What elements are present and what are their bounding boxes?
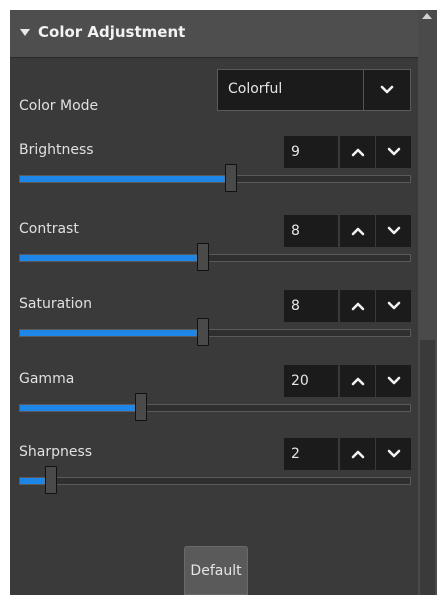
saturation-increment-button[interactable]	[340, 290, 375, 322]
brightness-value-field[interactable]: 9	[284, 136, 338, 168]
gamma-row: Gamma 20	[10, 365, 418, 435]
chevron-up-icon	[351, 227, 364, 236]
section-header[interactable]: Color Adjustment	[10, 10, 418, 58]
sharpness-value: 2	[291, 446, 300, 462]
color-mode-select[interactable]: Colorful	[217, 69, 411, 111]
section-title: Color Adjustment	[38, 23, 186, 41]
brightness-slider-handle[interactable]	[225, 164, 237, 192]
scrollbar-thumb[interactable]	[420, 340, 435, 595]
sharpness-decrement-button[interactable]	[376, 438, 411, 470]
gamma-increment-button[interactable]	[340, 365, 375, 397]
chevron-down-icon	[387, 376, 400, 385]
scrollbar[interactable]	[418, 10, 437, 595]
contrast-slider-fill	[20, 255, 203, 261]
saturation-slider[interactable]	[19, 318, 411, 346]
gamma-slider[interactable]	[19, 393, 411, 421]
brightness-label: Brightness	[19, 142, 94, 158]
chevron-up-icon	[351, 450, 364, 459]
contrast-decrement-button[interactable]	[376, 215, 411, 247]
triangle-down-icon	[20, 29, 30, 36]
sharpness-value-field[interactable]: 2	[284, 438, 338, 470]
brightness-value: 9	[291, 144, 300, 160]
chevron-up-icon	[351, 302, 364, 311]
saturation-value: 8	[291, 298, 300, 314]
brightness-row: Brightness 9	[10, 136, 418, 206]
color-mode-value: Colorful	[228, 81, 283, 97]
scroll-up-arrow-icon[interactable]	[422, 13, 432, 19]
contrast-slider-handle[interactable]	[197, 243, 209, 271]
sharpness-slider-handle[interactable]	[45, 466, 57, 494]
chevron-up-icon	[351, 148, 364, 157]
saturation-slider-fill	[20, 330, 203, 336]
gamma-slider-fill	[20, 405, 141, 411]
default-button[interactable]: Default	[184, 546, 248, 595]
gamma-value-field[interactable]: 20	[284, 365, 338, 397]
saturation-row: Saturation 8	[10, 290, 418, 360]
sharpness-label: Sharpness	[19, 444, 93, 460]
chevron-down-icon	[380, 85, 394, 94]
color-adjustment-panel: Color Adjustment Color Mode Colorful Bri…	[10, 10, 418, 595]
contrast-increment-button[interactable]	[340, 215, 375, 247]
contrast-slider[interactable]	[19, 243, 411, 271]
contrast-value-field[interactable]: 8	[284, 215, 338, 247]
sharpness-slider[interactable]	[19, 466, 411, 494]
brightness-slider[interactable]	[19, 164, 411, 192]
contrast-value: 8	[291, 223, 300, 239]
saturation-value-field[interactable]: 8	[284, 290, 338, 322]
saturation-decrement-button[interactable]	[376, 290, 411, 322]
chevron-down-icon	[387, 301, 400, 310]
sharpness-row: Sharpness 2	[10, 438, 418, 508]
gamma-slider-handle[interactable]	[135, 393, 147, 421]
brightness-increment-button[interactable]	[340, 136, 375, 168]
gamma-decrement-button[interactable]	[376, 365, 411, 397]
saturation-label: Saturation	[19, 296, 92, 312]
chevron-down-icon	[387, 147, 400, 156]
sharpness-increment-button[interactable]	[340, 438, 375, 470]
chevron-down-icon	[387, 226, 400, 235]
contrast-label: Contrast	[19, 221, 79, 237]
saturation-slider-handle[interactable]	[197, 318, 209, 346]
brightness-slider-fill	[20, 176, 231, 182]
gamma-value: 20	[291, 373, 309, 389]
contrast-row: Contrast 8	[10, 215, 418, 285]
color-mode-label: Color Mode	[19, 98, 99, 114]
chevron-down-icon	[387, 449, 400, 458]
gamma-label: Gamma	[19, 371, 75, 387]
brightness-decrement-button[interactable]	[376, 136, 411, 168]
color-mode-dropdown-button[interactable]	[363, 70, 410, 110]
chevron-up-icon	[351, 377, 364, 386]
